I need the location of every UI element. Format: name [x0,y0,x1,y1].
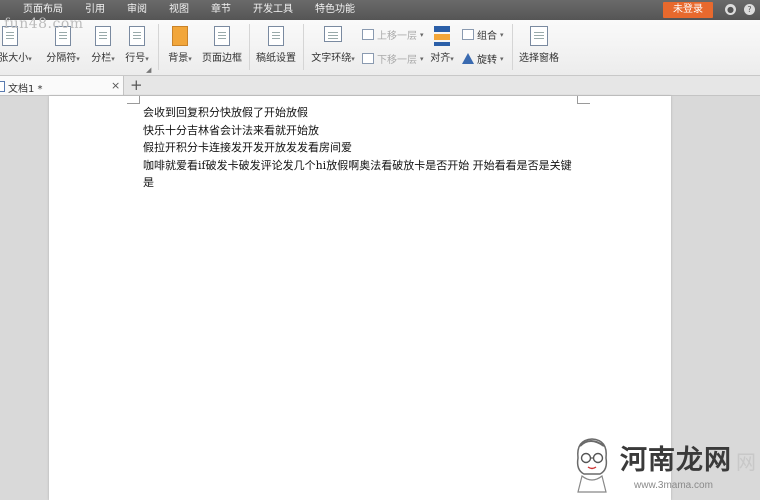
paper-size-label: 纸张大小 [0,53,29,64]
document-tab[interactable]: 文档1 * × [0,76,124,95]
watermark-top-left: fun48.com [4,16,84,32]
line-number-button[interactable]: 行号▾ [122,26,152,64]
align-label: 对齐 [430,53,451,64]
rotate-icon [462,53,474,64]
ribbon-divider [158,24,159,70]
document-line: 会收到回复积分快放假了开始放假 [143,106,308,119]
columns-button[interactable]: 分栏▾ [88,26,118,64]
document-tab-bar: 文档1 * × + [0,76,760,96]
dropdown-caret-icon: ▾ [500,30,504,39]
document-line: 假拉开积分卡连接发开发开放发发看房间爱 [143,141,352,154]
align-button[interactable]: 对齐▾ [428,26,456,64]
background-label: 背景 [168,53,189,64]
bring-forward-button[interactable]: 上移一层 ▾ [362,27,424,42]
document-line: 是 [143,176,154,189]
ribbon-toolbar: 纸张大小▾ 分隔符▾ 分栏▾ 行号▾ ◢ 背景▾ 页面边框 稿纸设置 文字环绕▾… [0,20,760,76]
align-icon [434,26,450,46]
ribbon-divider [303,24,304,70]
group-icon [462,29,474,40]
send-backward-button[interactable]: 下移一层 ▾ [362,51,424,66]
send-backward-icon [362,53,374,64]
ribbon-divider [512,24,513,70]
text-wrap-label: 文字环绕 [311,53,352,64]
rotate-label: 旋转 [477,55,497,66]
close-tab-icon[interactable]: × [111,79,120,92]
crop-mark-right [577,96,590,104]
background-button[interactable]: 背景▾ [164,26,196,64]
manuscript-settings-label: 稿纸设置 [256,53,296,64]
dropdown-caret-icon: ▾ [420,54,424,63]
skin-icon[interactable]: ● [725,4,736,15]
document-line: 快乐十分吉林省会计法来看就开始放 [143,123,319,137]
page-border-label: 页面边框 [202,53,242,64]
watermark-brand-sub: 网 [736,450,757,474]
dropdown-caret-icon: ▾ [500,54,504,63]
document-tab-title: 文档1 * [8,84,43,95]
document-line: 咖啡就爱看if破发卡破发评论发几个hi放假啊奥法看破放卡是否开始 开始看看是否是… [143,158,572,172]
tab-view[interactable]: 视图 [158,0,200,20]
columns-icon [95,26,111,46]
tab-chapter[interactable]: 章节 [200,0,242,20]
page-border-button[interactable]: 页面边框 [200,26,244,64]
text-wrap-button[interactable]: 文字环绕▾ [309,26,357,64]
bring-forward-icon [362,29,374,40]
send-backward-label: 下移一层 [377,55,417,66]
tab-review[interactable]: 审阅 [116,0,158,20]
dropdown-caret-icon: ▾ [450,55,454,63]
manuscript-settings-button[interactable]: 稿纸设置 [254,26,298,64]
tab-developer[interactable]: 开发工具 [242,0,304,20]
cartoon-mom-logo-icon [576,438,608,493]
columns-label: 分栏 [91,53,112,64]
help-icon[interactable]: ? [744,4,755,15]
dropdown-caret-icon: ▾ [420,30,424,39]
dropdown-caret-icon: ▾ [351,55,355,63]
page-border-icon [214,26,230,46]
crop-mark-left [127,96,140,104]
ribbon-divider [249,24,250,70]
page-setup-dialog-launcher-icon[interactable]: ◢ [146,66,151,74]
document-icon [0,81,5,92]
separator-label: 分隔符 [46,53,77,64]
group-button[interactable]: 组合 ▾ [462,27,504,42]
line-number-icon [129,26,145,46]
background-icon [172,26,188,46]
line-number-label: 行号 [125,53,146,64]
dropdown-caret-icon: ▾ [145,55,149,63]
watermark-bottom-right: 河南龙网网 www.3mama.com [568,430,758,500]
new-tab-button[interactable]: + [130,76,143,94]
bring-forward-label: 上移一层 [377,31,417,42]
selection-pane-label: 选择窗格 [519,53,559,64]
rotate-button[interactable]: 旋转 ▾ [462,51,504,66]
selection-pane-icon [530,26,548,46]
text-wrap-icon [324,26,342,42]
dropdown-caret-icon: ▾ [111,55,115,63]
watermark-domain: www.3mama.com [634,480,713,491]
dropdown-caret-icon: ▾ [188,55,192,63]
tab-special-features[interactable]: 特色功能 [304,0,366,20]
dropdown-caret-icon: ▾ [28,55,32,63]
login-button[interactable]: 未登录 [663,2,713,18]
dropdown-caret-icon: ▾ [76,55,80,63]
manuscript-icon [268,26,284,46]
group-label: 组合 [477,31,497,42]
watermark-brand: 河南龙网网 [620,438,757,477]
menu-bar: 页面布局 引用 审阅 视图 章节 开发工具 特色功能 [0,0,760,20]
selection-pane-button[interactable]: 选择窗格 [518,26,560,64]
watermark-brand-name: 河南龙网 [620,445,732,476]
document-body[interactable]: 会收到回复积分快放假了开始放假 快乐十分吉林省会计法来看就开始放 假拉开积分卡连… [143,104,583,192]
